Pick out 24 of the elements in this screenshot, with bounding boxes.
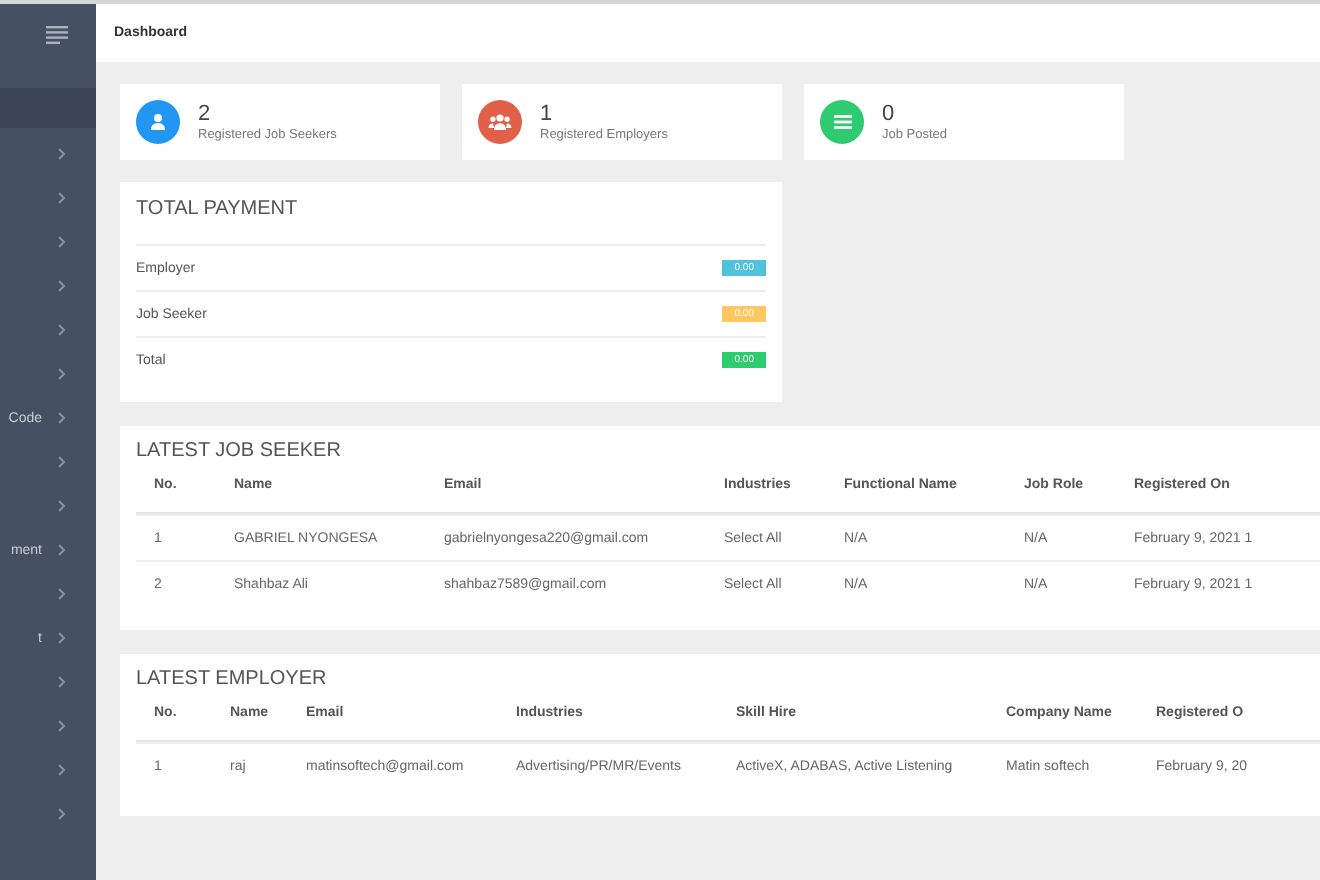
menu-icon[interactable]	[46, 26, 68, 44]
chevron-icon	[58, 192, 66, 204]
chevron-icon	[58, 456, 66, 468]
chevron-icon	[58, 544, 66, 556]
chevron-icon	[58, 588, 66, 600]
sidebar-item[interactable]	[0, 88, 96, 128]
chevron-icon	[58, 676, 66, 688]
chevron-icon	[58, 280, 66, 292]
chevron-icon	[58, 236, 66, 248]
chevron-icon	[58, 808, 66, 820]
chevron-icon	[58, 500, 66, 512]
chevron-icon	[58, 764, 66, 776]
stat-count: 1	[540, 101, 555, 125]
chevron-icon	[58, 632, 66, 644]
chevron-icon	[58, 148, 66, 160]
card-title: LATEST JOB SEEKER	[136, 440, 343, 462]
chevron-icon	[58, 720, 66, 732]
stat-count: 2	[198, 101, 213, 125]
chevron-icon	[58, 324, 66, 336]
card-title: LATEST EMPLOYER	[136, 668, 329, 690]
card-title: TOTAL PAYMENT	[136, 198, 300, 220]
stat-count: 0	[882, 101, 897, 125]
chevron-icon	[58, 412, 66, 424]
chevron-icon	[58, 368, 66, 380]
